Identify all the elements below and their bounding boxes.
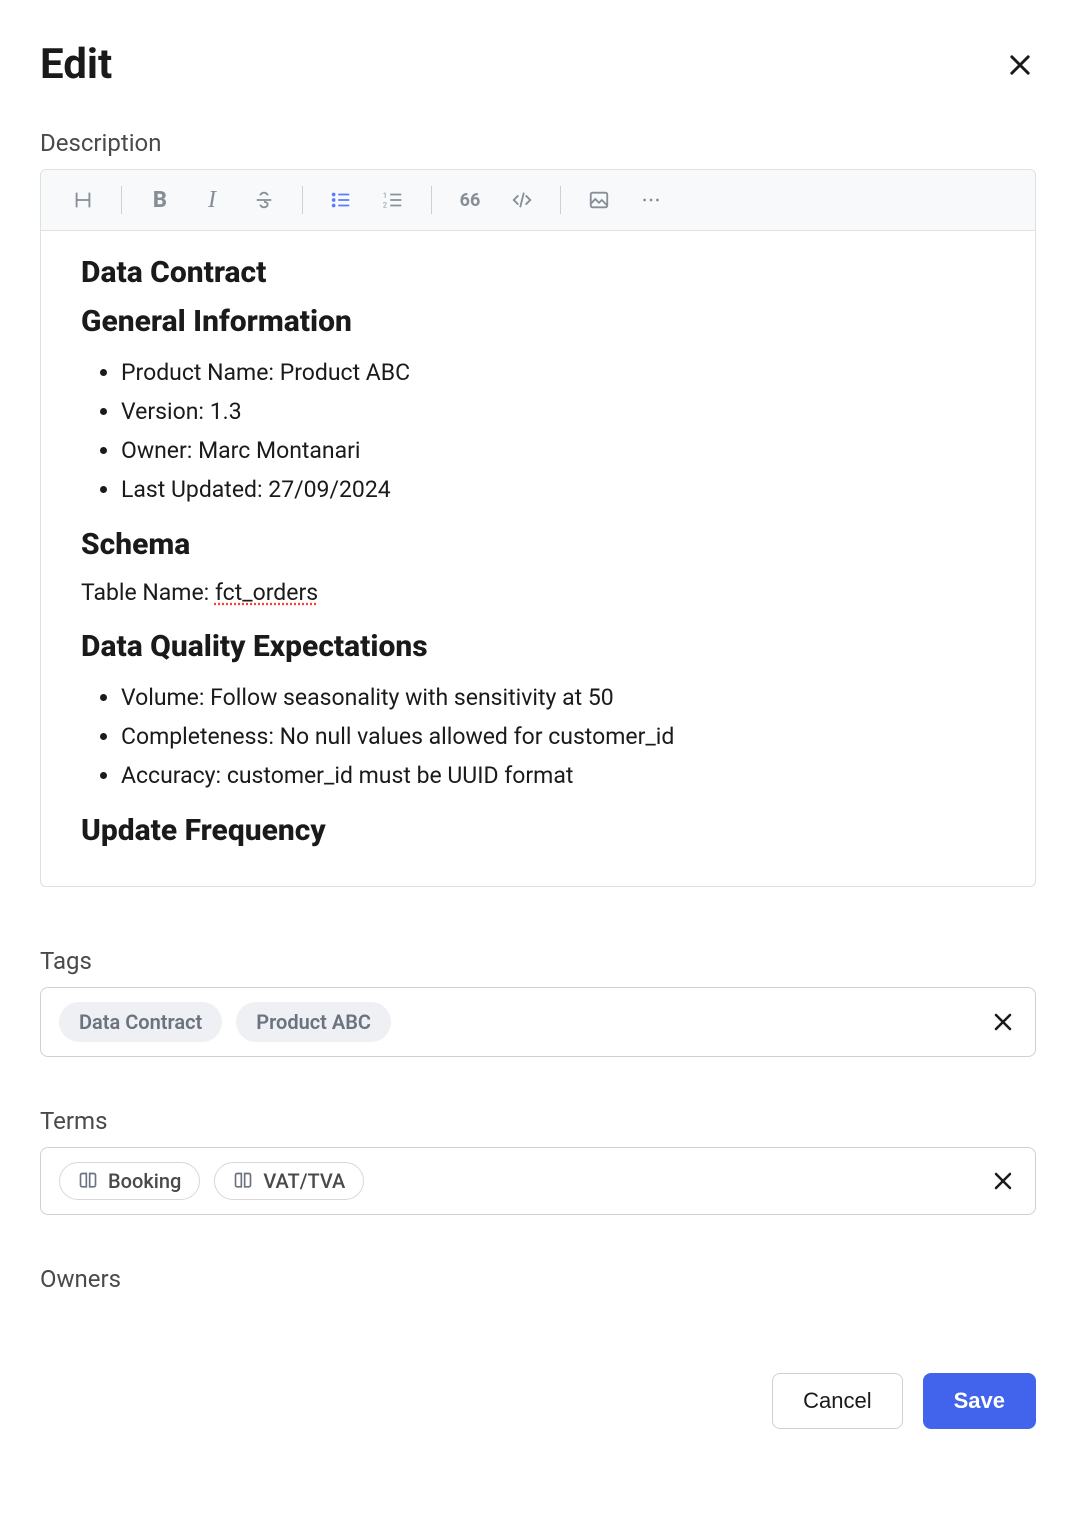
list-item: Accuracy: customer_id must be UUID forma… — [121, 756, 995, 795]
numbered-list-button[interactable]: 12 — [371, 178, 415, 222]
dq-list: Volume: Follow seasonality with sensitiv… — [81, 678, 995, 795]
list-item: Volume: Follow seasonality with sensitiv… — [121, 678, 995, 717]
close-icon — [991, 1169, 1015, 1193]
close-icon — [1006, 51, 1034, 79]
tag-pill[interactable]: Data Contract — [59, 1002, 222, 1042]
more-icon — [640, 189, 662, 211]
list-item: Owner: Marc Montanari — [121, 431, 995, 470]
term-label: Booking — [108, 1169, 181, 1193]
content-h-dq: Data Quality Expectations — [81, 629, 995, 664]
strikethrough-icon — [253, 189, 275, 211]
numbered-list-icon: 12 — [382, 189, 404, 211]
bold-button[interactable]: B — [138, 178, 182, 222]
description-editor: B I 12 66 Data Contract General Informat… — [40, 169, 1036, 887]
heading-icon — [72, 189, 94, 211]
content-h-data-contract: Data Contract — [81, 255, 995, 290]
general-info-list: Product Name: Product ABC Version: 1.3 O… — [81, 353, 995, 509]
list-item: Completeness: No null values allowed for… — [121, 717, 995, 756]
quote-button[interactable]: 66 — [448, 178, 492, 222]
term-pill[interactable]: Booking — [59, 1162, 200, 1200]
tag-pill[interactable]: Product ABC — [236, 1002, 391, 1042]
code-icon — [511, 189, 533, 211]
toolbar-separator — [560, 186, 561, 214]
terms-input[interactable]: Booking VAT/TVA — [40, 1147, 1036, 1215]
bullet-list-button[interactable] — [319, 178, 363, 222]
svg-text:2: 2 — [383, 200, 387, 209]
image-icon — [588, 189, 610, 211]
list-item: Version: 1.3 — [121, 392, 995, 431]
schema-table-name: Table Name: fct_orders — [81, 576, 995, 611]
term-pill[interactable]: VAT/TVA — [214, 1162, 364, 1200]
save-button[interactable]: Save — [923, 1373, 1036, 1429]
term-label: VAT/TVA — [263, 1169, 345, 1193]
toolbar-separator — [431, 186, 432, 214]
clear-terms-button[interactable] — [989, 1167, 1017, 1195]
content-h-general-info: General Information — [81, 304, 995, 339]
image-button[interactable] — [577, 178, 621, 222]
close-button[interactable] — [1004, 49, 1036, 81]
heading-button[interactable] — [61, 178, 105, 222]
tags-label: Tags — [40, 947, 1036, 975]
tags-input[interactable]: Data Contract Product ABC — [40, 987, 1036, 1057]
book-icon — [233, 1171, 253, 1191]
editor-toolbar: B I 12 66 — [41, 170, 1035, 231]
toolbar-separator — [302, 186, 303, 214]
content-h-update: Update Frequency — [81, 813, 995, 848]
owners-label: Owners — [40, 1265, 1036, 1293]
book-icon — [78, 1171, 98, 1191]
page-title: Edit — [40, 40, 112, 89]
bullet-list-icon — [330, 189, 352, 211]
toolbar-separator — [121, 186, 122, 214]
cancel-button[interactable]: Cancel — [772, 1373, 902, 1429]
description-label: Description — [40, 129, 1036, 157]
svg-text:1: 1 — [383, 191, 387, 200]
close-icon — [991, 1010, 1015, 1034]
strikethrough-button[interactable] — [242, 178, 286, 222]
terms-label: Terms — [40, 1107, 1036, 1135]
code-button[interactable] — [500, 178, 544, 222]
list-item: Product Name: Product ABC — [121, 353, 995, 392]
content-h-schema: Schema — [81, 527, 995, 562]
clear-tags-button[interactable] — [989, 1008, 1017, 1036]
list-item: Last Updated: 27/09/2024 — [121, 470, 995, 509]
italic-button[interactable]: I — [190, 178, 234, 222]
footer-actions: Cancel Save — [40, 1373, 1036, 1429]
more-button[interactable] — [629, 178, 673, 222]
editor-content-area[interactable]: Data Contract General Information Produc… — [41, 231, 1035, 886]
